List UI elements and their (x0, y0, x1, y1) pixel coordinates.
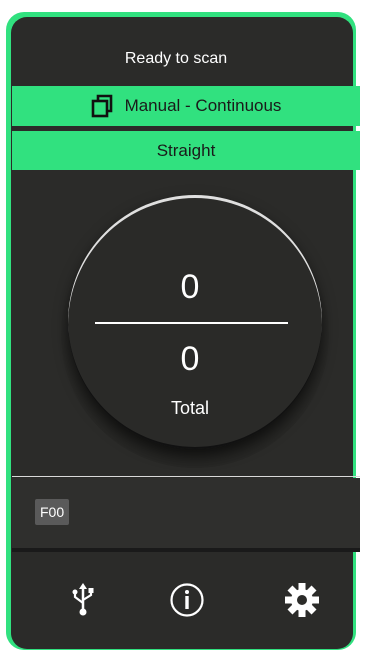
usb-button[interactable] (65, 582, 101, 618)
separator (12, 476, 360, 477)
status-text: Ready to scan (124, 50, 228, 67)
info-icon (170, 583, 204, 617)
scan-mode-button[interactable]: Manual - Continuous (12, 86, 360, 126)
info-button[interactable] (169, 582, 205, 618)
counter-divider (95, 322, 288, 324)
gear-icon (285, 583, 319, 617)
feed-mode-button[interactable]: Straight (12, 131, 360, 170)
settings-button[interactable] (284, 582, 320, 618)
copy-pages-icon (91, 94, 112, 118)
total-label: Total (170, 398, 210, 418)
divider-strip (12, 548, 360, 552)
error-code-badge: F00 (35, 499, 70, 525)
error-area: F00 (12, 478, 360, 550)
total-count: 0 (180, 340, 200, 378)
current-count: 0 (180, 268, 200, 306)
feed-mode-label: Straight (156, 140, 216, 160)
usb-icon (72, 583, 94, 616)
scan-mode-label: Manual - Continuous (124, 96, 282, 115)
